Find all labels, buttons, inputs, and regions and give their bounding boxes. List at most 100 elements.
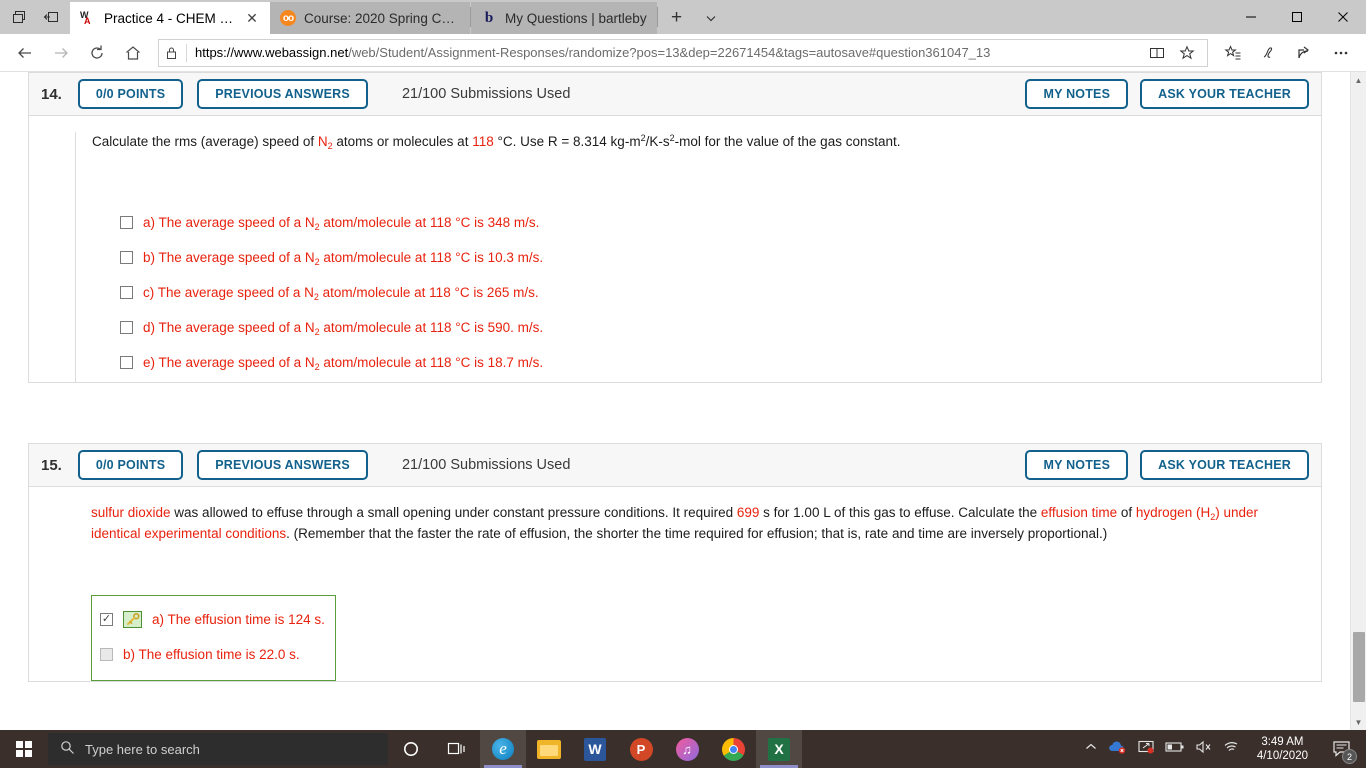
scroll-down-icon[interactable]: ▼ (1351, 714, 1366, 730)
answer-key-icon (123, 610, 142, 628)
tab-practice-4-chem-1201[interactable]: WA Practice 4 - CHEM 1201 ✕ (70, 2, 270, 34)
species-subscript: 2 (327, 141, 333, 151)
previous-answers-button[interactable]: PREVIOUS ANSWERS (197, 79, 368, 109)
url-host: https://www.webassign.net (195, 45, 349, 60)
excel-icon: X (768, 737, 790, 761)
choice-b[interactable]: b) The average speed of a N2 atom/molecu… (120, 240, 1321, 275)
taskbar-app-microsoft-excel[interactable]: X (756, 730, 802, 768)
onedrive-error-icon[interactable] (1108, 740, 1128, 759)
clock-date: 4/10/2020 (1256, 750, 1308, 762)
my-notes-button[interactable]: MY NOTES (1025, 450, 1129, 480)
choice-checkbox[interactable] (120, 250, 133, 264)
scrollbar-thumb[interactable] (1353, 632, 1365, 702)
choice-letter: c) (143, 284, 155, 300)
show-hidden-icons[interactable] (1084, 740, 1098, 759)
start-icon[interactable] (0, 730, 48, 768)
choice-checkbox[interactable] (120, 320, 133, 334)
choice-checkbox[interactable] (100, 612, 113, 626)
favorite-star-icon[interactable] (1173, 40, 1201, 66)
share-icon[interactable] (1288, 37, 1322, 69)
points-badge[interactable]: 0/0 POINTS (77, 79, 184, 109)
ask-your-teacher-button[interactable]: ASK YOUR TEACHER (1140, 79, 1309, 109)
choice-checkbox[interactable] (120, 355, 133, 369)
scroll-up-icon[interactable]: ▲ (1351, 72, 1366, 88)
new-tab-button[interactable]: + (658, 2, 696, 34)
prompt-part: (H (1192, 505, 1211, 520)
tab-course-2020-spring-chem[interactable]: oo Course: 2020 Spring CHEM (270, 2, 470, 34)
search-input[interactable]: Type here to search (48, 733, 388, 765)
more-icon[interactable] (1324, 37, 1358, 69)
tab-preview-icon[interactable] (4, 2, 34, 32)
question-header-actions: MY NOTES ASK YOUR TEACHER (1025, 79, 1309, 109)
taskbar-app-file-explorer[interactable] (526, 730, 572, 768)
close-button[interactable] (1320, 0, 1366, 34)
choice-b[interactable]: b) The effusion time is 22.0 s. (100, 637, 325, 672)
taskbar-app-microsoft-powerpoint[interactable]: P (618, 730, 664, 768)
choice-a[interactable]: a) The effusion time is 124 s. (100, 602, 325, 637)
action-center-icon[interactable]: 2 (1324, 730, 1360, 768)
choice-label: b) The effusion time is 22.0 s. (123, 647, 300, 662)
question-14-header: 14. 0/0 POINTS PREVIOUS ANSWERS 21/100 S… (28, 72, 1322, 116)
clock[interactable]: 3:49 AM 4/10/2020 (1251, 735, 1314, 764)
choice-value: 590. m/s. (487, 319, 544, 335)
maximize-button[interactable] (1274, 0, 1320, 34)
folder-icon (537, 739, 561, 759)
choice-checkbox[interactable] (100, 647, 113, 661)
chemical-species: N2 (318, 134, 333, 151)
search-icon (60, 740, 75, 758)
choice-text: The average speed of a (155, 249, 305, 265)
choice-label: a) The effusion time is 124 s. (152, 612, 325, 627)
taskbar-app-google-chrome[interactable] (710, 730, 756, 768)
question-header-actions: MY NOTES ASK YOUR TEACHER (1025, 450, 1309, 480)
minimize-button[interactable] (1228, 0, 1274, 34)
choice-checkbox[interactable] (120, 285, 133, 299)
choice-text: atom/molecule at 118 °C is (319, 249, 488, 265)
task-view-icon[interactable] (434, 730, 480, 768)
chevron-down-icon[interactable] (696, 2, 726, 34)
taskbar-app-microsoft-word[interactable]: W (572, 730, 618, 768)
choice-text: The average speed of a (155, 214, 305, 230)
page-viewport: 14. 0/0 POINTS PREVIOUS ANSWERS 21/100 S… (0, 72, 1366, 730)
tab-title: Practice 4 - CHEM 1201 (104, 10, 236, 26)
home-icon[interactable] (116, 37, 150, 69)
favorites-hub-icon[interactable] (1216, 37, 1250, 69)
choice-value: 124 s. (288, 611, 325, 627)
reading-view-icon[interactable] (1143, 40, 1171, 66)
set-aside-tabs-icon[interactable] (36, 2, 66, 32)
search-placeholder: Type here to search (85, 741, 200, 757)
choice-e[interactable]: e) The average speed of a N2 atom/molecu… (120, 345, 1321, 380)
time-value: 699 (736, 505, 760, 520)
battery-icon[interactable] (1165, 740, 1185, 758)
choice-checkbox[interactable] (120, 215, 133, 229)
wifi-icon[interactable] (1223, 740, 1241, 759)
taskbar-app-itunes[interactable]: ♫ (664, 730, 710, 768)
cortana-icon[interactable] (388, 730, 434, 768)
forward-icon[interactable] (44, 37, 78, 69)
my-notes-button[interactable]: MY NOTES (1025, 79, 1129, 109)
url-text: https://www.webassign.net/web/Student/As… (195, 45, 990, 60)
gas-name: hydrogen (1135, 505, 1193, 520)
choice-d[interactable]: d) The average speed of a N2 atom/molecu… (120, 310, 1321, 345)
web-notes-icon[interactable] (1252, 37, 1286, 69)
close-icon[interactable]: ✕ (244, 11, 260, 25)
tab-strip-left-icons (0, 0, 70, 34)
address-bar[interactable]: https://www.webassign.net/web/Student/As… (158, 38, 1208, 67)
species-symbol: N (304, 214, 315, 230)
ask-your-teacher-button[interactable]: ASK YOUR TEACHER (1140, 450, 1309, 480)
taskbar-app-microsoft-edge[interactable]: e (480, 730, 526, 768)
choice-letter: a) (152, 611, 165, 627)
display-icon[interactable] (1138, 740, 1155, 759)
choice-text: atom/molecule at 118 °C is (318, 284, 487, 300)
points-badge[interactable]: 0/0 POINTS (77, 450, 184, 480)
question-14: 14. 0/0 POINTS PREVIOUS ANSWERS 21/100 S… (28, 72, 1322, 383)
choice-c[interactable]: c) The average speed of a N2 atom/molecu… (120, 275, 1321, 310)
choice-text: atom/molecule at 118 °C is (319, 214, 488, 230)
page-scrollbar[interactable]: ▲ ▼ (1350, 72, 1366, 730)
tab-my-questions-bartleby[interactable]: b My Questions | bartleby (471, 2, 657, 34)
volume-muted-icon[interactable] (1195, 740, 1213, 759)
previous-answers-button[interactable]: PREVIOUS ANSWERS (197, 450, 368, 480)
choice-value: 10.3 m/s. (487, 249, 544, 265)
refresh-icon[interactable] (80, 37, 114, 69)
back-icon[interactable] (8, 37, 42, 69)
choice-a[interactable]: a) The average speed of a N2 atom/molecu… (120, 205, 1321, 240)
